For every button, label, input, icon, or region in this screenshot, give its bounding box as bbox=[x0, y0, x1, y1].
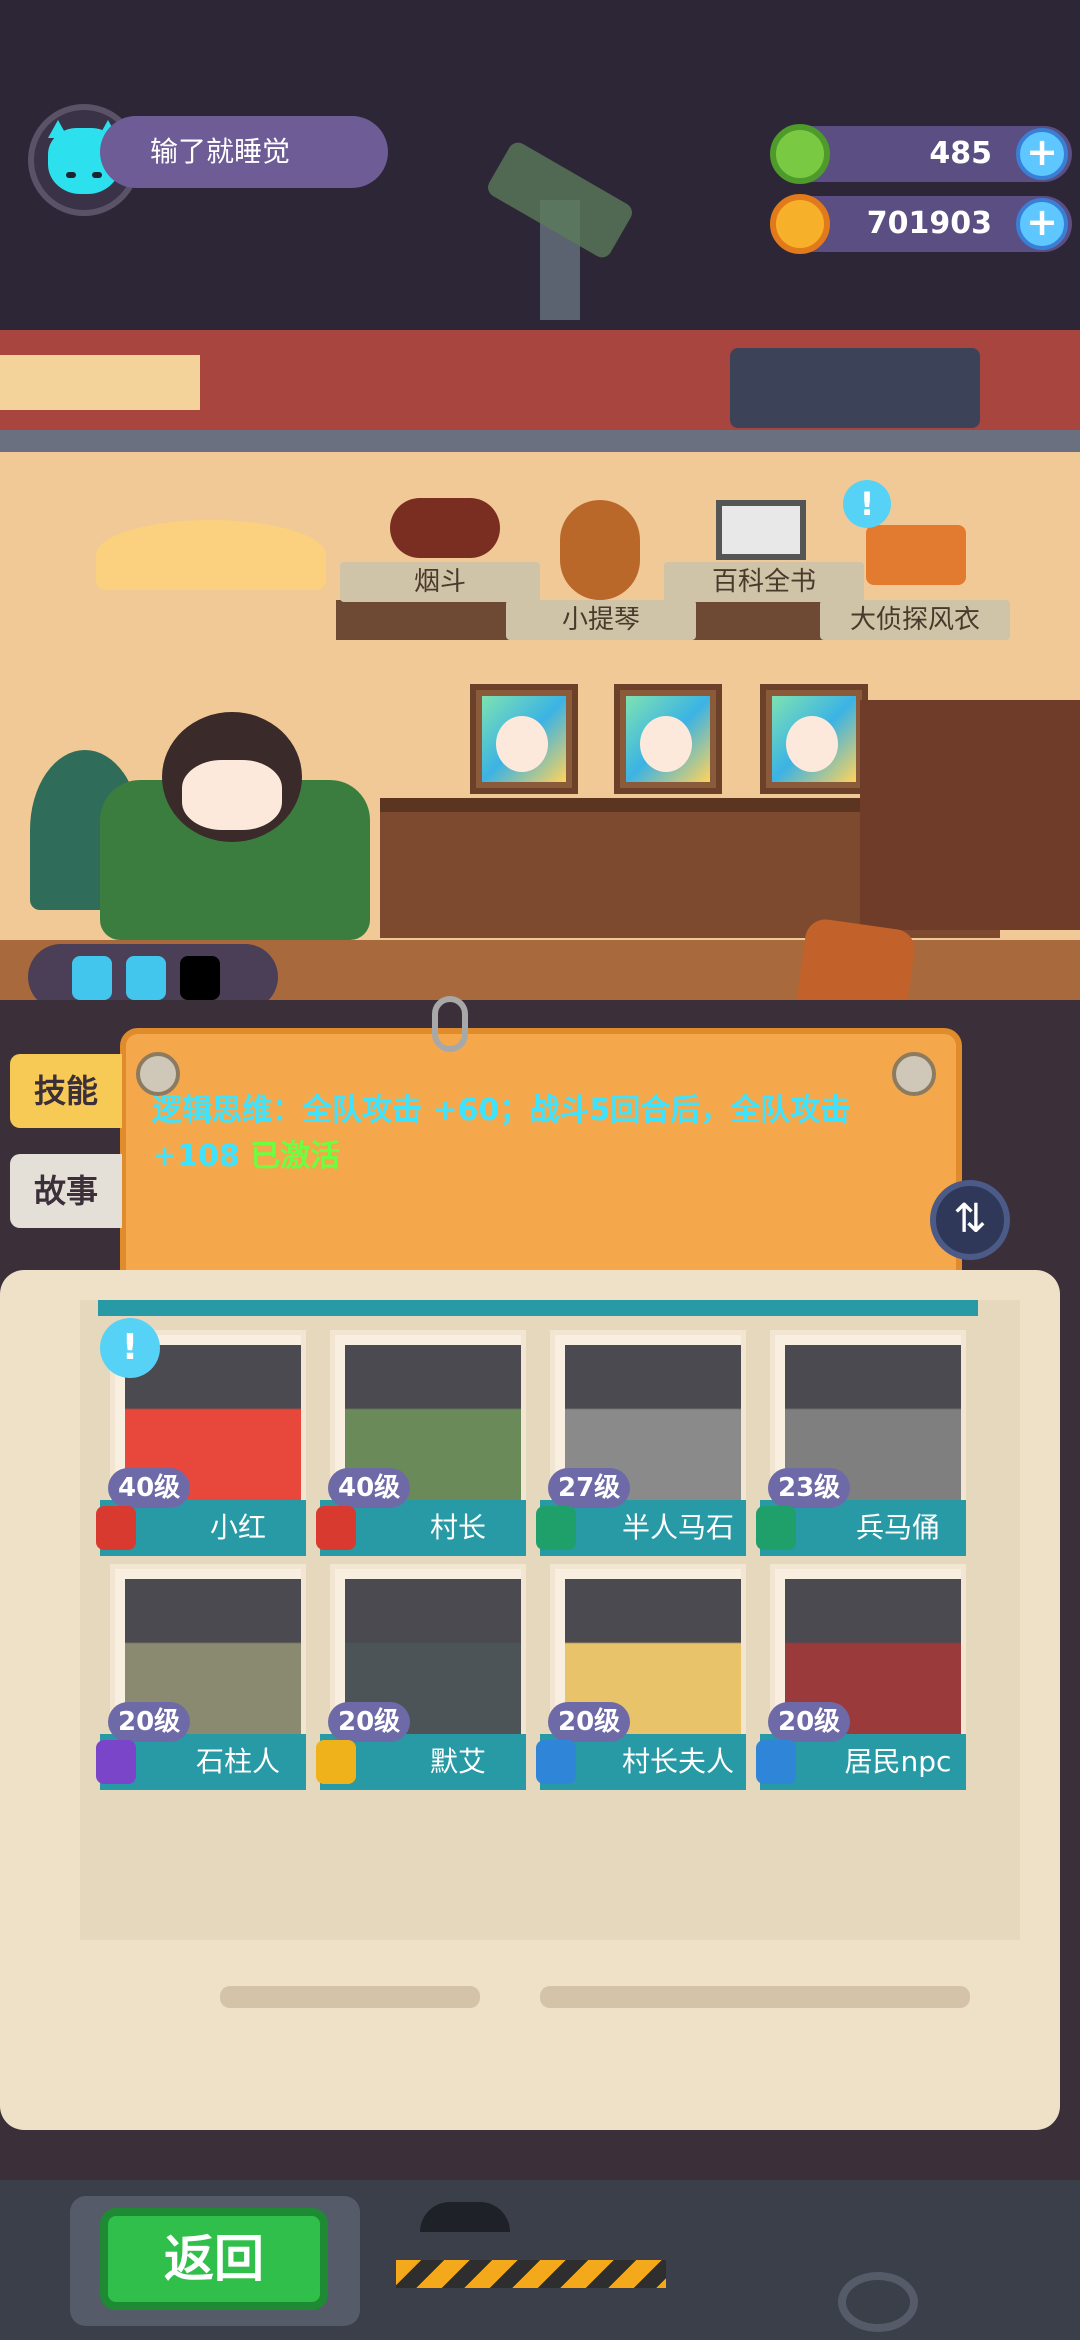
shelf-label-coat: 大侦探风衣 bbox=[820, 600, 1010, 640]
alert-icon: ! bbox=[843, 480, 891, 528]
rarity-badge-icon bbox=[536, 1506, 576, 1550]
gold-planet-coin-icon bbox=[770, 194, 830, 254]
rarity-badge-icon bbox=[756, 1506, 796, 1550]
character-level: 20级 bbox=[108, 1702, 191, 1742]
avatar-overlay bbox=[28, 104, 140, 216]
chandelier-icon bbox=[96, 520, 326, 590]
character-card[interactable]: 兵马俑 23级 bbox=[756, 1330, 966, 1556]
tab-story[interactable]: 故事 bbox=[10, 1154, 122, 1228]
character-name: 居民npc bbox=[844, 1745, 952, 1778]
energy-icon bbox=[126, 956, 166, 1000]
rarity-badge-icon bbox=[536, 1740, 576, 1784]
character-name: 半人马石像 bbox=[621, 1511, 734, 1600]
rarity-badge-icon bbox=[316, 1506, 356, 1550]
ghost-display-panel bbox=[730, 348, 980, 428]
pin-icon bbox=[136, 1052, 180, 1096]
portrait-frame bbox=[470, 684, 578, 794]
skill-description: 逻辑思维：全队攻击 +60；战斗5回合后，全队攻击 +108 已激活 bbox=[152, 1088, 942, 1180]
character-name: 兵马俑 bbox=[855, 1511, 940, 1544]
character-card[interactable]: 石柱人 20级 bbox=[96, 1564, 306, 1790]
green-gem-icon bbox=[770, 124, 830, 184]
character-name: 村长 bbox=[429, 1511, 486, 1544]
character-level: 40级 bbox=[108, 1468, 191, 1508]
character-card[interactable]: 村长夫人 20级 bbox=[536, 1564, 746, 1790]
character-level: 23级 bbox=[768, 1468, 851, 1508]
skill-status: 已激活 bbox=[250, 1139, 341, 1174]
add-gems-button[interactable]: + bbox=[1016, 128, 1068, 180]
character-name: 小红 bbox=[209, 1511, 266, 1544]
rarity-badge-icon bbox=[96, 1506, 136, 1550]
detective-face bbox=[182, 760, 282, 830]
coin-count: 701903 bbox=[866, 206, 992, 241]
gem-count: 485 bbox=[929, 136, 992, 171]
character-card[interactable]: 村长 40级 bbox=[316, 1330, 526, 1556]
shadow-creature-icon bbox=[420, 2202, 510, 2232]
blurred-text bbox=[540, 1986, 970, 2008]
encyclopedia-icon[interactable] bbox=[716, 500, 806, 560]
back-button[interactable]: 返回 bbox=[100, 2208, 328, 2310]
rarity-badge-icon bbox=[96, 1740, 136, 1784]
sort-toggle-button[interactable]: ⇅ bbox=[930, 1180, 1010, 1260]
character-level: 20级 bbox=[768, 1702, 851, 1742]
detective-coat-icon[interactable] bbox=[866, 525, 966, 585]
paperclip-icon bbox=[432, 996, 468, 1052]
skill-panel: 逻辑思维：全队攻击 +60；战斗5回合后，全队攻击 +108 已激活 bbox=[120, 1028, 962, 1290]
portrait-frame bbox=[614, 684, 722, 794]
portrait-frame bbox=[760, 684, 868, 794]
empty-energy-slot bbox=[180, 956, 220, 1000]
shelf-label-violin: 小提琴 bbox=[506, 600, 696, 640]
add-coins-button[interactable]: + bbox=[1016, 198, 1068, 250]
character-name: 村长夫人 bbox=[621, 1745, 734, 1778]
character-level: 27级 bbox=[548, 1468, 631, 1508]
character-card[interactable]: 默艾 20级 bbox=[316, 1564, 526, 1790]
vent-panel bbox=[0, 355, 200, 410]
shelf-label-pipe: 烟斗 bbox=[340, 562, 540, 602]
wheel-icon bbox=[838, 2272, 918, 2332]
character-card[interactable]: 半人马石像27级 bbox=[536, 1330, 746, 1600]
tab-skill[interactable]: 技能 bbox=[10, 1054, 122, 1128]
pipe-icon[interactable] bbox=[390, 498, 500, 558]
rarity-badge-icon bbox=[756, 1740, 796, 1784]
bookcase bbox=[860, 700, 1080, 930]
character-name: 默艾 bbox=[429, 1745, 486, 1778]
character-level: 20级 bbox=[328, 1702, 411, 1742]
previous-row-edge bbox=[98, 1300, 978, 1316]
rarity-badge-icon bbox=[316, 1740, 356, 1784]
pin-icon bbox=[892, 1052, 936, 1096]
player-name: 输了就睡觉 bbox=[100, 116, 388, 188]
new-alert-icon: ! bbox=[100, 1318, 160, 1378]
violin-icon[interactable] bbox=[560, 500, 640, 600]
ceiling-pipe bbox=[0, 430, 1080, 452]
character-card[interactable]: 居民npc 20级 bbox=[756, 1564, 966, 1790]
character-name: 石柱人 bbox=[195, 1745, 280, 1778]
shelf-label-encyclopedia: 百科全书 bbox=[664, 562, 864, 602]
blurred-text bbox=[220, 1986, 480, 2008]
energy-icon bbox=[72, 956, 112, 1000]
character-level: 20级 bbox=[548, 1702, 631, 1742]
hazard-stripe bbox=[396, 2260, 666, 2288]
character-level: 40级 bbox=[328, 1468, 411, 1508]
